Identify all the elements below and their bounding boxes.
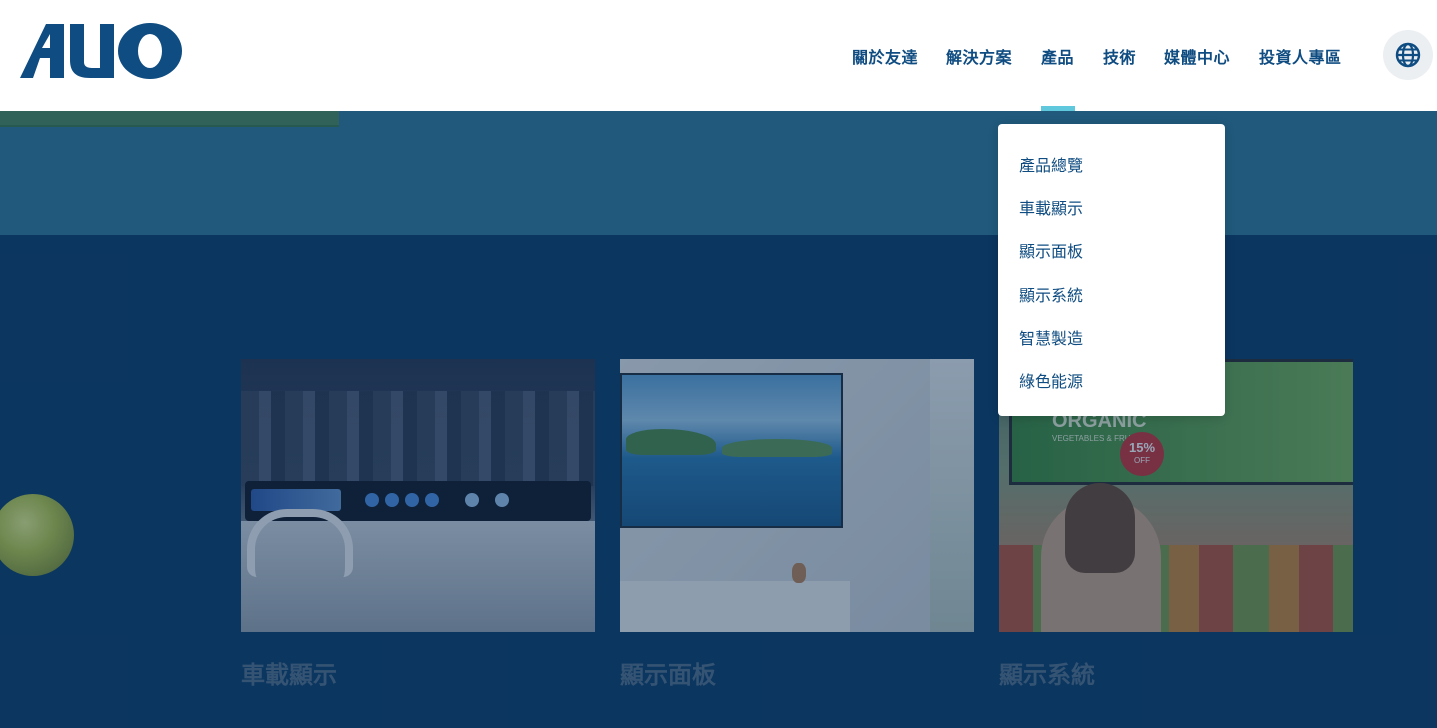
card-image-car-interior[interactable] bbox=[241, 359, 595, 632]
dropdown-item-smart-manufacturing[interactable]: 智慧製造 bbox=[1019, 325, 1083, 349]
card-title[interactable]: 顯示面板 bbox=[620, 655, 716, 690]
dropdown-item-overview[interactable]: 產品總覽 bbox=[1019, 152, 1083, 176]
nav-item-about[interactable]: 關於友達 bbox=[852, 44, 918, 68]
card-title[interactable]: 車載顯示 bbox=[241, 655, 337, 690]
dropdown-item-display-panel[interactable]: 顯示面板 bbox=[1019, 238, 1083, 262]
active-nav-indicator bbox=[1041, 106, 1075, 111]
nav-item-products[interactable]: 產品 bbox=[1041, 44, 1074, 68]
card-title[interactable]: 顯示系統 bbox=[999, 655, 1095, 690]
main-nav: 關於友達 解決方案 產品 技術 媒體中心 投資人專區 bbox=[0, 44, 1437, 68]
card-image-wall-tv[interactable] bbox=[620, 359, 974, 632]
product-card-panel[interactable]: 顯示面板 bbox=[620, 359, 974, 689]
products-dropdown: 產品總覽 車載顯示 顯示面板 顯示系統 智慧製造 綠色能源 bbox=[998, 124, 1225, 416]
globe-icon bbox=[1395, 42, 1421, 68]
badge-subtext: OFF bbox=[1134, 456, 1150, 465]
site-header: 關於友達 解決方案 產品 技術 媒體中心 投資人專區 bbox=[0, 0, 1437, 111]
dropdown-item-green-energy[interactable]: 綠色能源 bbox=[1019, 368, 1083, 392]
product-card-automotive[interactable]: 車載顯示 bbox=[241, 359, 595, 689]
badge-text: 15% bbox=[1128, 440, 1156, 455]
hero-strip bbox=[0, 111, 339, 127]
dropdown-item-display-system[interactable]: 顯示系統 bbox=[1019, 282, 1083, 306]
nav-item-media[interactable]: 媒體中心 bbox=[1164, 44, 1230, 68]
dropdown-item-automotive[interactable]: 車載顯示 bbox=[1019, 195, 1083, 219]
nav-item-solutions[interactable]: 解決方案 bbox=[946, 44, 1012, 68]
language-button[interactable] bbox=[1383, 30, 1433, 80]
discount-badge: 15% OFF bbox=[1120, 432, 1164, 476]
nav-item-investors[interactable]: 投資人專區 bbox=[1259, 44, 1342, 68]
nav-item-technology[interactable]: 技術 bbox=[1103, 44, 1136, 68]
